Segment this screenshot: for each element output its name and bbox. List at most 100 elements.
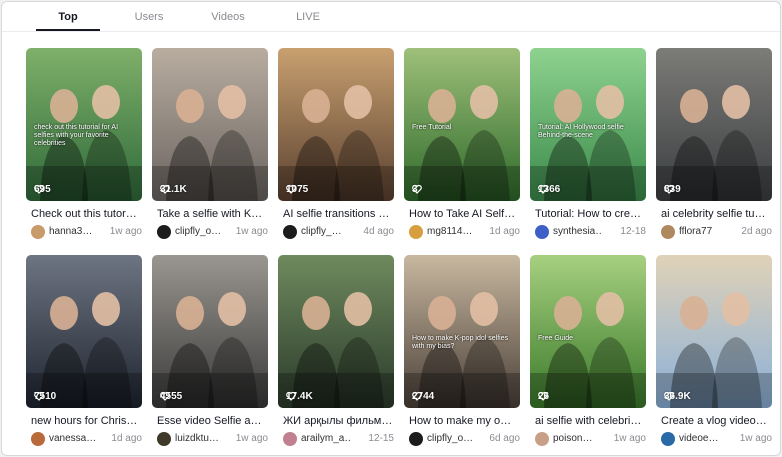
post-date: 6d ago — [489, 433, 520, 444]
avatar[interactable] — [409, 432, 423, 446]
username[interactable]: vanessa… — [49, 433, 96, 444]
video-title[interactable]: ai celebrity selfie tu… — [661, 208, 771, 220]
avatar[interactable] — [535, 225, 549, 239]
heart-icon — [664, 184, 674, 194]
view-count: 1075 — [286, 184, 308, 195]
video-thumbnail[interactable]: check out this tutorial for AI selfies w… — [26, 48, 142, 201]
video-grid: check out this tutorial for AI selfies w… — [2, 2, 780, 455]
heart-icon — [664, 391, 674, 401]
username[interactable]: fflora77 — [679, 226, 712, 237]
username[interactable]: clipfly_o… — [175, 226, 221, 237]
video-card[interactable]: 36.9K Create a vlog video… videoe… 1w ago — [656, 255, 772, 451]
heart-icon — [412, 391, 422, 401]
post-date: 1w ago — [613, 433, 646, 444]
username[interactable]: clipfly_… — [301, 226, 342, 237]
avatar[interactable] — [661, 225, 675, 239]
video-card[interactable]: check out this tutorial for AI selfies w… — [26, 48, 142, 244]
video-thumbnail[interactable]: How to make K-pop idol selfies with my b… — [404, 255, 520, 408]
view-count: 4555 — [160, 391, 182, 402]
video-card[interactable]: 31.1K Take a selfie with K… clipfly_o… 1w a… — [152, 48, 268, 244]
video-title[interactable]: ЖИ арқылы фильм… — [283, 415, 393, 427]
thumbnail-image — [26, 255, 142, 408]
username[interactable]: poison… — [553, 433, 592, 444]
video-title[interactable]: AI selfie transitions … — [283, 208, 393, 220]
avatar[interactable] — [31, 225, 45, 239]
heart-icon — [286, 391, 296, 401]
avatar[interactable] — [157, 432, 171, 446]
video-thumbnail[interactable]: Tutorial: AI Hollywood selfie Behind-the… — [530, 48, 646, 201]
view-count: 17.4K — [286, 391, 313, 402]
video-title[interactable]: new hours for Chris… — [31, 415, 141, 427]
thumbnail-image — [404, 255, 520, 408]
video-meta: arailym_a… 12-15 — [283, 432, 394, 446]
username[interactable]: clipfly_o… — [427, 433, 473, 444]
video-card[interactable]: How to make K-pop idol selfies with my b… — [404, 255, 520, 451]
avatar[interactable] — [535, 432, 549, 446]
username[interactable]: synthesia… — [553, 226, 603, 237]
video-thumbnail[interactable]: 1075 — [278, 48, 394, 201]
video-title[interactable]: Tutorial: How to cre… — [535, 208, 645, 220]
video-title[interactable]: Take a selfie with K… — [157, 208, 267, 220]
thumbnail-caption: check out this tutorial for AI selfies w… — [34, 124, 119, 147]
username[interactable]: mg8114… — [427, 226, 472, 237]
video-card[interactable]: 7510 new hours for Chris… vanessa… 1d ago — [26, 255, 142, 451]
video-thumbnail[interactable]: Free Tutorial 3 — [404, 48, 520, 201]
video-thumbnail[interactable]: 36.9K — [656, 255, 772, 408]
video-meta: clipfly_o… 1w ago — [157, 225, 268, 239]
video-card[interactable]: 839 ai celebrity selfie tu… fflora77 2d ago — [656, 48, 772, 244]
view-count: 36.9K — [664, 391, 691, 402]
avatar[interactable] — [31, 432, 45, 446]
video-meta: mg8114… 1d ago — [409, 225, 520, 239]
video-thumbnail[interactable]: 839 — [656, 48, 772, 201]
video-thumbnail[interactable]: Free Guide 26 — [530, 255, 646, 408]
video-title[interactable]: Create a vlog video… — [661, 415, 771, 427]
video-thumbnail[interactable]: 7510 — [26, 255, 142, 408]
video-meta: luizdktu… 1w ago — [157, 432, 268, 446]
video-card[interactable]: 1075 AI selfie transitions … clipfly_… 4d a… — [278, 48, 394, 244]
post-date: 1d ago — [111, 433, 142, 444]
avatar[interactable] — [157, 225, 171, 239]
heart-icon — [286, 184, 296, 194]
video-meta: videoe… 1w ago — [661, 432, 772, 446]
thumbnail-image — [152, 255, 268, 408]
username[interactable]: hanna3… — [49, 226, 92, 237]
video-card[interactable]: Tutorial: AI Hollywood selfie Behind-the… — [530, 48, 646, 244]
heart-icon — [412, 184, 422, 194]
video-card[interactable]: Free Guide 26 ai selfie with celebri… poiso… — [530, 255, 646, 451]
video-meta: fflora77 2d ago — [661, 225, 772, 239]
thumbnail-caption: Free Tutorial — [412, 124, 452, 131]
thumbnail-image — [656, 48, 772, 201]
video-title[interactable]: Esse video Selfie a… — [157, 415, 267, 427]
heart-icon — [538, 184, 548, 194]
post-date: 1w ago — [235, 433, 268, 444]
thumbnail-image — [656, 255, 772, 408]
video-title[interactable]: How to Take AI Self… — [409, 208, 519, 220]
video-card[interactable]: 17.4K ЖИ арқылы фильм… arailym_a… 12-15 — [278, 255, 394, 451]
heart-icon — [160, 391, 170, 401]
avatar[interactable] — [409, 225, 423, 239]
avatar[interactable] — [283, 432, 297, 446]
username[interactable]: arailym_a… — [301, 433, 351, 444]
video-card[interactable]: 4555 Esse video Selfie a… luizdktu… 1w ago — [152, 255, 268, 451]
video-thumbnail[interactable]: 31.1K — [152, 48, 268, 201]
view-count: 2744 — [412, 391, 434, 402]
video-thumbnail[interactable]: 4555 — [152, 255, 268, 408]
video-meta: hanna3… 1w ago — [31, 225, 142, 239]
thumbnail-caption: Free Guide — [538, 335, 574, 342]
video-card[interactable]: Free Tutorial 3 How to Take AI Self… mg8114… — [404, 48, 520, 244]
post-date: 1w ago — [109, 226, 142, 237]
username[interactable]: videoe… — [679, 433, 718, 444]
thumbnail-caption: Tutorial: AI Hollywood selfie Behind-the… — [538, 124, 624, 139]
view-count: 3 — [412, 184, 422, 195]
video-thumbnail[interactable]: 17.4K — [278, 255, 394, 408]
avatar[interactable] — [661, 432, 675, 446]
video-title[interactable]: Check out this tutor… — [31, 208, 141, 220]
avatar[interactable] — [283, 225, 297, 239]
post-date: 1w ago — [235, 226, 268, 237]
video-meta: clipfly_… 4d ago — [283, 225, 394, 239]
post-date: 1d ago — [489, 226, 520, 237]
username[interactable]: luizdktu… — [175, 433, 219, 444]
view-count: 7510 — [34, 391, 56, 402]
video-title[interactable]: ai selfie with celebri… — [535, 415, 645, 427]
video-title[interactable]: How to make my o… — [409, 415, 519, 427]
